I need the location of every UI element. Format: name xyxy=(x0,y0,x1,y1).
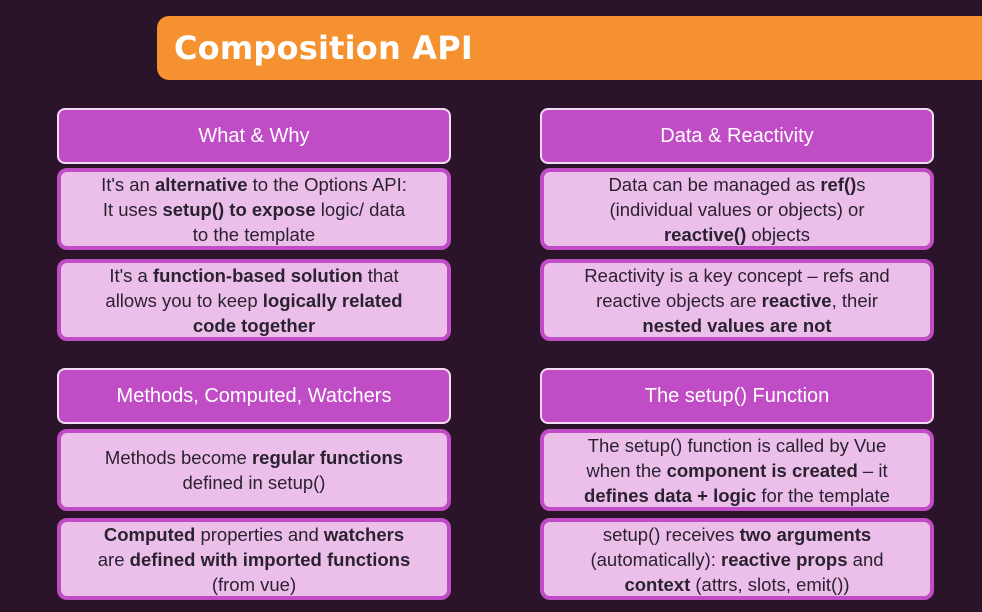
card-methods: Methods become regular functions defined… xyxy=(57,429,451,511)
card-setup-arguments: setup() receives two arguments (automati… xyxy=(540,518,934,600)
card-text: It's a function-based solution that allo… xyxy=(105,264,403,336)
section-header-what-why: What & Why xyxy=(57,108,451,164)
section-header-label: Methods, Computed, Watchers xyxy=(116,384,392,407)
card-reactivity-concept: Reactivity is a key concept – refs and r… xyxy=(540,259,934,341)
slide-title: Composition API xyxy=(174,29,474,67)
card-setup-called: The setup() function is called by Vue wh… xyxy=(540,429,934,511)
card-text: Data can be managed as ref()s (individua… xyxy=(608,173,866,245)
card-alternative: It's an alternative to the Options API: … xyxy=(57,168,451,250)
card-computed-watchers: Computed properties and watchers are def… xyxy=(57,518,451,600)
section-header-data-reactivity: Data & Reactivity xyxy=(540,108,934,164)
card-text: It's an alternative to the Options API: … xyxy=(101,173,407,245)
section-header-label: What & Why xyxy=(198,124,310,147)
card-function-based: It's a function-based solution that allo… xyxy=(57,259,451,341)
section-header-label: The setup() Function xyxy=(644,384,830,407)
title-bar: Composition API xyxy=(157,16,982,80)
section-header-label: Data & Reactivity xyxy=(660,124,814,147)
card-text: Computed properties and watchers are def… xyxy=(97,523,411,595)
card-text: setup() receives two arguments (automati… xyxy=(590,523,884,595)
card-ref-reactive: Data can be managed as ref()s (individua… xyxy=(540,168,934,250)
section-header-setup-function: The setup() Function xyxy=(540,368,934,424)
card-text: Reactivity is a key concept – refs and r… xyxy=(584,264,890,336)
section-header-methods: Methods, Computed, Watchers xyxy=(57,368,451,424)
card-text: The setup() function is called by Vue wh… xyxy=(584,434,890,506)
card-text: Methods become regular functions defined… xyxy=(104,447,404,493)
